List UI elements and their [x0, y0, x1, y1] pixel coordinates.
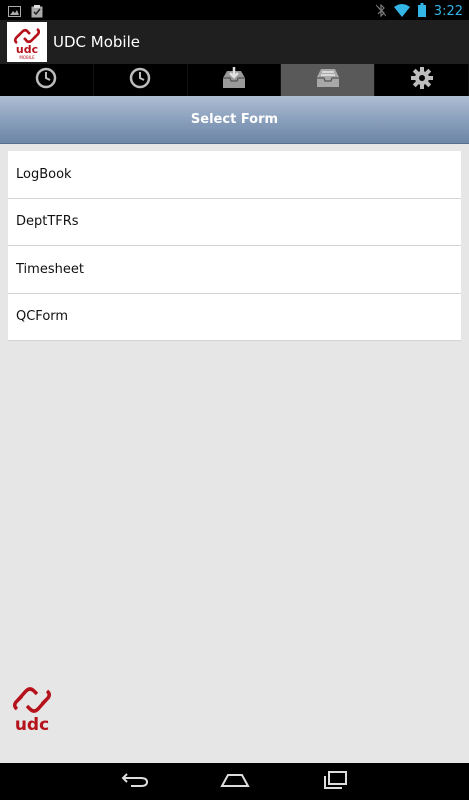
back-icon [121, 772, 149, 792]
page-title: Select Form [190, 112, 279, 127]
recents-icon [322, 770, 348, 793]
inbox-download-icon [221, 66, 247, 94]
back-button[interactable] [113, 767, 157, 797]
logo-subtext: MOBILE [19, 55, 35, 60]
home-icon [219, 772, 250, 792]
wifi-icon [393, 2, 410, 21]
form-list: LogBook DeptTFRs Timesheet QCForm [8, 151, 461, 341]
bluetooth-off-icon [375, 2, 387, 21]
home-button[interactable] [213, 767, 257, 797]
status-system: 3:22 [375, 2, 463, 21]
gear-icon [410, 66, 434, 94]
list-item-depttfrs[interactable]: DeptTFRs [8, 199, 461, 246]
tab-settings[interactable] [375, 64, 469, 96]
action-bar: udc MOBILE UDC Mobile [0, 20, 469, 64]
inbox-icon [315, 67, 341, 93]
list-item-qcform[interactable]: QCForm [8, 294, 461, 341]
tab-bar [0, 64, 469, 96]
footer-logo: udc [10, 682, 56, 735]
clock-icon [129, 67, 151, 93]
tab-history-1[interactable] [0, 64, 94, 96]
tab-history-2[interactable] [94, 64, 188, 96]
list-item-timesheet[interactable]: Timesheet [8, 246, 461, 294]
recents-button[interactable] [313, 767, 357, 797]
navigation-bar [0, 763, 469, 800]
battery-icon [417, 2, 426, 21]
app-title: UDC Mobile [53, 33, 140, 51]
list-item-logbook[interactable]: LogBook [8, 151, 461, 199]
tab-download[interactable] [188, 64, 282, 96]
page-header: Select Form [0, 96, 469, 144]
status-time: 3:22 [433, 4, 463, 19]
clock-icon [35, 67, 57, 93]
tab-forms[interactable] [281, 64, 376, 96]
app-logo[interactable]: udc MOBILE [7, 22, 47, 62]
footer-logo-text: udc [15, 715, 49, 734]
status-bar: 3:22 [0, 0, 469, 20]
